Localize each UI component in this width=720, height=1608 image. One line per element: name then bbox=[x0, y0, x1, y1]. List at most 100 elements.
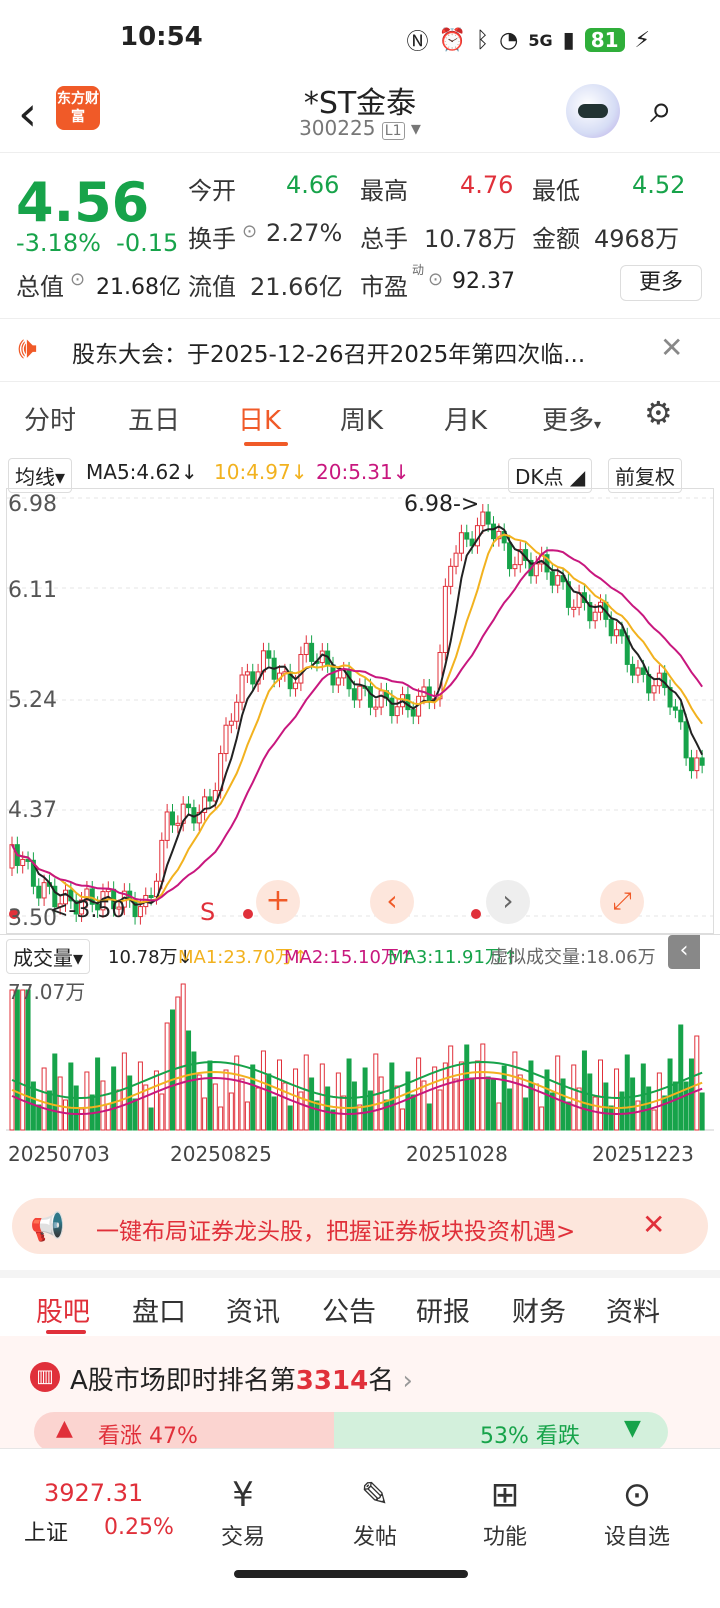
bullish-bar[interactable]: ▲ 看涨 47% bbox=[34, 1412, 334, 1452]
status-icons: Ⓝ ⏰ ᛒ ◔ 5G ▮ 81 ⚡ bbox=[407, 24, 651, 56]
candle-body bbox=[533, 563, 539, 577]
candle-body bbox=[330, 664, 336, 686]
candle-body bbox=[159, 839, 165, 882]
volume-bar bbox=[36, 1104, 42, 1131]
zoom-in-button[interactable]: + bbox=[256, 880, 300, 924]
volume-bar bbox=[250, 1064, 256, 1131]
candle-body bbox=[485, 511, 491, 525]
tab-five-day[interactable]: 五日 bbox=[128, 400, 180, 437]
candle-body bbox=[464, 532, 470, 540]
nfc-icon: Ⓝ bbox=[406, 30, 429, 55]
candle-body bbox=[266, 650, 272, 659]
tab-monthly-k[interactable]: 月K bbox=[444, 400, 487, 437]
promo-banner[interactable]: 📢 一键布局证券龙头股，把握证券板块投资机遇> ✕ bbox=[12, 1198, 708, 1254]
info-icon[interactable]: ⊙ bbox=[70, 269, 85, 290]
candle-body bbox=[453, 552, 459, 567]
volume-bar bbox=[95, 1057, 101, 1131]
volume-bar bbox=[196, 1074, 202, 1131]
nav-functions[interactable]: ⊞ 功能 bbox=[440, 1475, 570, 1551]
volume-bar bbox=[309, 1077, 315, 1131]
alarm-icon: ⏰ bbox=[438, 27, 466, 53]
stock-code: 300225 bbox=[299, 116, 376, 140]
info-icon[interactable]: ⊙ bbox=[428, 269, 443, 290]
tab-pankou[interactable]: 盘口 bbox=[132, 1290, 186, 1329]
dk-label: DK点 bbox=[515, 465, 564, 489]
tab-intraday[interactable]: 分时 bbox=[24, 400, 76, 437]
nav-trade[interactable]: ¥ 交易 bbox=[178, 1475, 308, 1551]
candle-body bbox=[164, 811, 170, 841]
search-icon[interactable]: ⌕ bbox=[650, 86, 672, 132]
candle-body bbox=[228, 720, 234, 726]
volume-bar bbox=[52, 1053, 58, 1131]
level-badge: L1 bbox=[381, 122, 405, 140]
home-indicator[interactable] bbox=[234, 1570, 468, 1578]
status-time: 10:54 bbox=[120, 22, 203, 52]
tab-daily-k[interactable]: 日K bbox=[238, 400, 281, 437]
candle-body bbox=[394, 706, 400, 717]
network-label: 5G bbox=[528, 30, 553, 50]
volume-bar bbox=[458, 1061, 464, 1131]
volume-bar bbox=[153, 1070, 159, 1131]
candle-body bbox=[678, 709, 684, 723]
collapse-icon[interactable]: ‹ bbox=[668, 935, 700, 969]
volume-bar bbox=[608, 1105, 614, 1131]
volume-bar bbox=[464, 1044, 470, 1131]
assistant-robot-icon[interactable] bbox=[566, 84, 620, 138]
tab-announcement[interactable]: 公告 bbox=[322, 1290, 376, 1329]
volume-bar bbox=[640, 1063, 646, 1131]
last-price: 4.56 bbox=[16, 171, 150, 234]
volume-bar bbox=[346, 1058, 352, 1131]
more-button[interactable]: 更多 bbox=[620, 265, 702, 301]
settings-icon[interactable]: ⚙ bbox=[644, 394, 673, 432]
close-icon[interactable]: ✕ bbox=[642, 1208, 665, 1241]
volume-bar bbox=[405, 1071, 411, 1131]
tab-weekly-k[interactable]: 周K bbox=[340, 400, 383, 437]
candle-body bbox=[491, 523, 496, 540]
volume-bar bbox=[453, 1078, 459, 1131]
tab-news[interactable]: 资讯 bbox=[226, 1290, 280, 1329]
market-rank[interactable]: ▥ A股市场即时排名第3314名 › ▲ 看涨 47% 53% 看跌 ▼ bbox=[0, 1336, 720, 1452]
signal-dot bbox=[243, 909, 253, 919]
index-quote[interactable]: 3927.31 上证 0.25% bbox=[18, 1463, 188, 1553]
tab-research[interactable]: 研报 bbox=[416, 1290, 470, 1329]
bearish-bar[interactable]: 53% 看跌 ▼ bbox=[334, 1412, 668, 1452]
fullscreen-icon[interactable]: ⤢ bbox=[600, 880, 644, 924]
volume-toggle[interactable]: 成交量▾ bbox=[6, 939, 91, 974]
volume-bar bbox=[421, 1080, 427, 1131]
virtual-volume: 虚拟成交量:18.06万 bbox=[490, 947, 656, 968]
volume-bar bbox=[132, 1098, 138, 1131]
volume-chart[interactable]: 77.07万 bbox=[6, 970, 714, 1138]
kline-chart[interactable]: 6.98 6.11 5.24 4.37 3.50 6.98-> <-3.50 S… bbox=[6, 488, 714, 934]
candle-body bbox=[442, 585, 448, 654]
volume-toggle-label: 成交量 bbox=[13, 946, 73, 970]
tab-guba[interactable]: 股吧 bbox=[36, 1290, 90, 1329]
tab-profile[interactable]: 资料 bbox=[606, 1290, 660, 1329]
volume-bar bbox=[576, 1087, 582, 1131]
info-icon[interactable]: ⊙ bbox=[242, 221, 257, 242]
notice-bar[interactable]: 🕪 股东大会：于2025-12-26召开2025年第四次临... ✕ bbox=[0, 318, 720, 382]
date-4: 20251223 bbox=[592, 1142, 694, 1166]
date-2: 20250825 bbox=[170, 1142, 272, 1166]
volume-bar bbox=[426, 1103, 432, 1131]
close-icon[interactable]: ✕ bbox=[660, 331, 683, 364]
nav-watchlist[interactable]: ⊙ 设自选 bbox=[572, 1475, 702, 1551]
signal-dot bbox=[471, 909, 481, 919]
volume-bar bbox=[202, 1097, 208, 1131]
prev-button[interactable]: ‹ bbox=[370, 880, 414, 924]
candle-body bbox=[448, 565, 454, 587]
nav-trade-label: 交易 bbox=[220, 1525, 265, 1550]
volume-bar bbox=[148, 1107, 154, 1131]
tab-more[interactable]: 更多▾ bbox=[542, 400, 601, 437]
tab-finance[interactable]: 财务 bbox=[512, 1290, 566, 1329]
turnover-value: 2.27% bbox=[266, 219, 343, 247]
volume-bar bbox=[694, 1035, 700, 1131]
candle-body bbox=[207, 796, 213, 802]
index-name: 上证 bbox=[24, 1521, 69, 1546]
chevron-down-icon: ▾ bbox=[410, 116, 421, 140]
volume-bar bbox=[319, 1063, 325, 1131]
volume-bar bbox=[598, 1059, 603, 1131]
next-button[interactable]: › bbox=[486, 880, 530, 924]
change-percent: -3.18% bbox=[16, 229, 101, 257]
pe-value: 92.37 bbox=[452, 269, 515, 294]
nav-post[interactable]: ✎ 发帖 bbox=[310, 1475, 440, 1551]
